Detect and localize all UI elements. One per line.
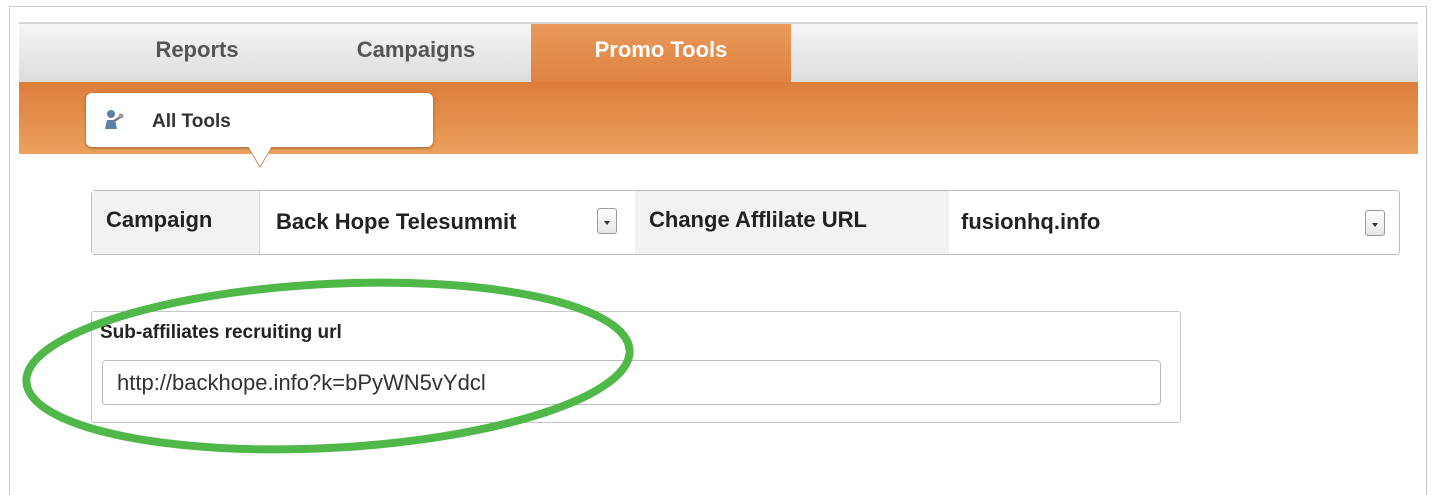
recruiting-url-field[interactable]: http://backhope.info?k=bPyWN5vYdcl <box>102 360 1161 405</box>
campaign-label: Campaign <box>92 191 260 254</box>
campaign-select[interactable]: Back Hope Telesummit <box>276 191 516 254</box>
subtab-label: All Tools <box>152 111 231 132</box>
tab-promo-tools[interactable]: Promo Tools <box>531 24 791 84</box>
recruiting-url-card: Sub-affiliates recruiting url http://bac… <box>91 311 1181 423</box>
affiliate-url-select[interactable]: fusionhq.info <box>961 191 1100 254</box>
tab-reports[interactable]: Reports <box>127 24 267 84</box>
affiliate-url-label: Change Afflilate URL <box>635 191 949 254</box>
main-tab-bar: Reports Campaigns Promo Tools <box>19 22 1418 84</box>
filter-bar: Campaign Back Hope Telesummit Change Aff… <box>91 190 1400 255</box>
subtab-pointer <box>248 146 272 166</box>
campaign-dropdown-icon[interactable] <box>597 208 617 234</box>
tab-campaigns[interactable]: Campaigns <box>301 24 531 84</box>
affiliate-url-dropdown-icon[interactable] <box>1365 210 1385 236</box>
tools-person-icon <box>102 109 124 131</box>
subtab-all-tools[interactable]: All Tools <box>86 93 433 147</box>
recruiting-url-title: Sub-affiliates recruiting url <box>100 322 342 343</box>
